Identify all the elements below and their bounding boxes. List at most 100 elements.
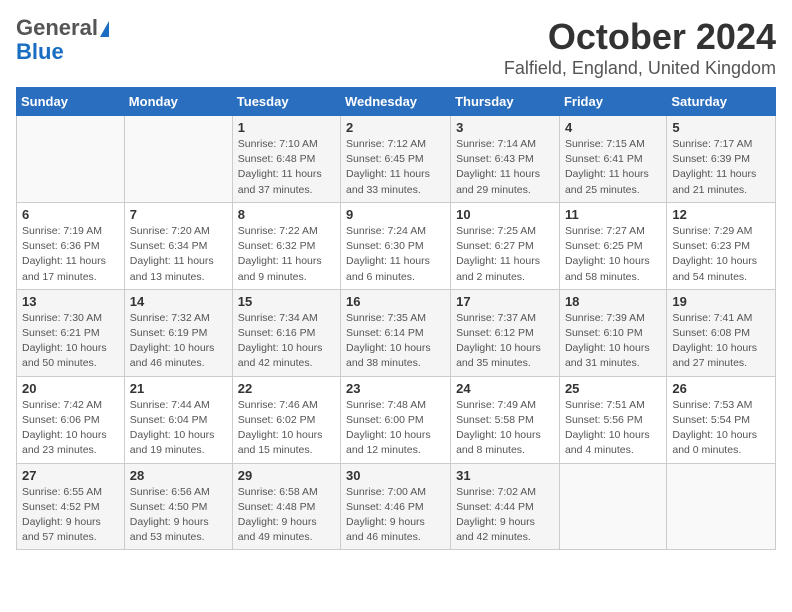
header-cell-tuesday: Tuesday (232, 88, 340, 116)
day-number: 27 (22, 468, 119, 483)
day-cell: 11Sunrise: 7:27 AM Sunset: 6:25 PM Dayli… (559, 202, 666, 289)
logo-blue-text: Blue (16, 40, 109, 64)
logo: General Blue (16, 16, 109, 64)
day-number: 26 (672, 381, 770, 396)
day-cell (124, 116, 232, 203)
day-cell: 6 Sunrise: 7:19 AM Sunset: 6:36 PM Daylig… (17, 202, 125, 289)
day-detail: Sunrise: 7:12 AM Sunset: 6:45 PM Dayligh… (346, 137, 445, 198)
calendar-body: 1 Sunrise: 7:10 AM Sunset: 6:48 PM Daylig… (17, 116, 776, 550)
day-cell: 29 Sunrise: 6:58 AM Sunset: 4:48 PM Dayli… (232, 463, 340, 550)
day-detail: Sunrise: 7:25 AM Sunset: 6:27 PM Dayligh… (456, 224, 554, 285)
day-number: 11 (565, 207, 661, 222)
day-number: 4 (565, 120, 661, 135)
calendar-subtitle: Falfield, England, United Kingdom (504, 58, 776, 79)
day-cell: 10 Sunrise: 7:25 AM Sunset: 6:27 PM Dayli… (451, 202, 560, 289)
day-number: 19 (672, 294, 770, 309)
day-cell: 19 Sunrise: 7:41 AM Sunset: 6:08 PM Dayli… (667, 289, 776, 376)
day-cell: 17 Sunrise: 7:37 AM Sunset: 6:12 PM Dayli… (451, 289, 560, 376)
day-number: 14 (130, 294, 227, 309)
day-number: 16 (346, 294, 445, 309)
day-cell: 7Sunrise: 7:20 AM Sunset: 6:34 PM Daylig… (124, 202, 232, 289)
day-cell: 22 Sunrise: 7:46 AM Sunset: 6:02 PM Dayli… (232, 376, 340, 463)
day-detail: Sunrise: 7:48 AM Sunset: 6:00 PM Dayligh… (346, 398, 445, 459)
day-detail: Sunrise: 7:41 AM Sunset: 6:08 PM Dayligh… (672, 311, 770, 372)
day-cell: 23 Sunrise: 7:48 AM Sunset: 6:00 PM Dayli… (341, 376, 451, 463)
day-number: 8 (238, 207, 335, 222)
day-detail: Sunrise: 7:49 AM Sunset: 5:58 PM Dayligh… (456, 398, 554, 459)
day-number: 15 (238, 294, 335, 309)
day-cell: 9 Sunrise: 7:24 AM Sunset: 6:30 PM Daylig… (341, 202, 451, 289)
day-number: 31 (456, 468, 554, 483)
day-detail: Sunrise: 7:53 AM Sunset: 5:54 PM Dayligh… (672, 398, 770, 459)
day-number: 17 (456, 294, 554, 309)
day-cell: 27 Sunrise: 6:55 AM Sunset: 4:52 PM Dayli… (17, 463, 125, 550)
day-number: 20 (22, 381, 119, 396)
day-detail: Sunrise: 7:17 AM Sunset: 6:39 PM Dayligh… (672, 137, 770, 198)
day-number: 3 (456, 120, 554, 135)
day-cell: 30 Sunrise: 7:00 AM Sunset: 4:46 PM Dayli… (341, 463, 451, 550)
calendar-title: October 2024 (504, 16, 776, 58)
day-cell: 3 Sunrise: 7:14 AM Sunset: 6:43 PM Daylig… (451, 116, 560, 203)
header-cell-thursday: Thursday (451, 88, 560, 116)
day-detail: Sunrise: 7:19 AM Sunset: 6:36 PM Dayligh… (22, 224, 119, 285)
day-detail: Sunrise: 7:44 AM Sunset: 6:04 PM Dayligh… (130, 398, 227, 459)
day-detail: Sunrise: 6:58 AM Sunset: 4:48 PM Dayligh… (238, 485, 335, 546)
day-detail: Sunrise: 7:35 AM Sunset: 6:14 PM Dayligh… (346, 311, 445, 372)
day-cell (667, 463, 776, 550)
day-cell (559, 463, 666, 550)
day-number: 10 (456, 207, 554, 222)
header: General Blue October 2024 Falfield, Engl… (16, 16, 776, 79)
day-detail: Sunrise: 7:32 AM Sunset: 6:19 PM Dayligh… (130, 311, 227, 372)
day-cell: 15 Sunrise: 7:34 AM Sunset: 6:16 PM Dayli… (232, 289, 340, 376)
week-row-4: 20Sunrise: 7:42 AM Sunset: 6:06 PM Dayli… (17, 376, 776, 463)
day-number: 1 (238, 120, 335, 135)
week-row-5: 27 Sunrise: 6:55 AM Sunset: 4:52 PM Dayli… (17, 463, 776, 550)
day-detail: Sunrise: 7:10 AM Sunset: 6:48 PM Dayligh… (238, 137, 335, 198)
day-cell (17, 116, 125, 203)
day-detail: Sunrise: 7:20 AM Sunset: 6:34 PM Dayligh… (130, 224, 227, 285)
day-cell: 24 Sunrise: 7:49 AM Sunset: 5:58 PM Dayli… (451, 376, 560, 463)
day-number: 28 (130, 468, 227, 483)
day-detail: Sunrise: 7:30 AM Sunset: 6:21 PM Dayligh… (22, 311, 119, 372)
day-number: 24 (456, 381, 554, 396)
day-number: 6 (22, 207, 119, 222)
day-detail: Sunrise: 7:14 AM Sunset: 6:43 PM Dayligh… (456, 137, 554, 198)
day-detail: Sunrise: 7:51 AM Sunset: 5:56 PM Dayligh… (565, 398, 661, 459)
day-number: 23 (346, 381, 445, 396)
day-detail: Sunrise: 6:55 AM Sunset: 4:52 PM Dayligh… (22, 485, 119, 546)
day-number: 29 (238, 468, 335, 483)
header-cell-wednesday: Wednesday (341, 88, 451, 116)
week-row-2: 6 Sunrise: 7:19 AM Sunset: 6:36 PM Daylig… (17, 202, 776, 289)
day-detail: Sunrise: 7:29 AM Sunset: 6:23 PM Dayligh… (672, 224, 770, 285)
day-detail: Sunrise: 7:46 AM Sunset: 6:02 PM Dayligh… (238, 398, 335, 459)
day-cell: 31Sunrise: 7:02 AM Sunset: 4:44 PM Dayli… (451, 463, 560, 550)
header-cell-saturday: Saturday (667, 88, 776, 116)
calendar-header-row: SundayMondayTuesdayWednesdayThursdayFrid… (17, 88, 776, 116)
day-cell: 26 Sunrise: 7:53 AM Sunset: 5:54 PM Dayli… (667, 376, 776, 463)
logo-general-text: General (16, 15, 98, 40)
header-cell-friday: Friday (559, 88, 666, 116)
day-cell: 14 Sunrise: 7:32 AM Sunset: 6:19 PM Dayli… (124, 289, 232, 376)
day-cell: 8Sunrise: 7:22 AM Sunset: 6:32 PM Daylig… (232, 202, 340, 289)
day-number: 9 (346, 207, 445, 222)
week-row-3: 13Sunrise: 7:30 AM Sunset: 6:21 PM Dayli… (17, 289, 776, 376)
day-detail: Sunrise: 7:39 AM Sunset: 6:10 PM Dayligh… (565, 311, 661, 372)
header-cell-monday: Monday (124, 88, 232, 116)
day-cell: 18 Sunrise: 7:39 AM Sunset: 6:10 PM Dayli… (559, 289, 666, 376)
day-number: 30 (346, 468, 445, 483)
day-cell: 25 Sunrise: 7:51 AM Sunset: 5:56 PM Dayli… (559, 376, 666, 463)
day-detail: Sunrise: 7:15 AM Sunset: 6:41 PM Dayligh… (565, 137, 661, 198)
week-row-1: 1 Sunrise: 7:10 AM Sunset: 6:48 PM Daylig… (17, 116, 776, 203)
day-number: 5 (672, 120, 770, 135)
day-number: 18 (565, 294, 661, 309)
day-detail: Sunrise: 7:00 AM Sunset: 4:46 PM Dayligh… (346, 485, 445, 546)
day-number: 22 (238, 381, 335, 396)
day-detail: Sunrise: 7:37 AM Sunset: 6:12 PM Dayligh… (456, 311, 554, 372)
day-detail: Sunrise: 7:24 AM Sunset: 6:30 PM Dayligh… (346, 224, 445, 285)
day-number: 25 (565, 381, 661, 396)
day-detail: Sunrise: 7:34 AM Sunset: 6:16 PM Dayligh… (238, 311, 335, 372)
day-cell: 12Sunrise: 7:29 AM Sunset: 6:23 PM Dayli… (667, 202, 776, 289)
day-cell: 4 Sunrise: 7:15 AM Sunset: 6:41 PM Daylig… (559, 116, 666, 203)
day-cell: 20Sunrise: 7:42 AM Sunset: 6:06 PM Dayli… (17, 376, 125, 463)
day-cell: 28Sunrise: 6:56 AM Sunset: 4:50 PM Dayli… (124, 463, 232, 550)
